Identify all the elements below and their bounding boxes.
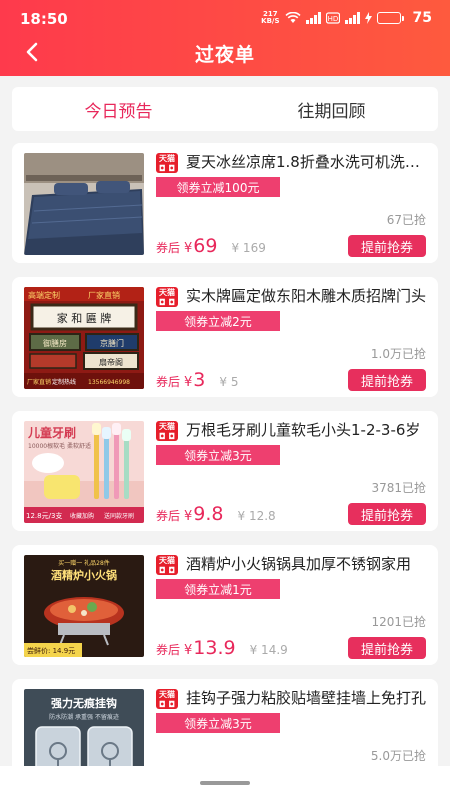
sold-count: 1.0万已抢 — [370, 347, 426, 361]
coupon-tag: 领券立减3元 — [156, 713, 280, 733]
svg-text:儿童牙刷: 儿童牙刷 — [27, 425, 76, 440]
grab-coupon-button[interactable]: 提前抢券 — [348, 637, 426, 659]
svg-text:京膳门: 京膳门 — [100, 338, 124, 348]
tab-bar: 今日预告 往期回顾 — [12, 87, 438, 131]
sold-count: 5.0万已抢 — [370, 749, 426, 763]
tab-past-review[interactable]: 往期回顾 — [225, 87, 438, 131]
product-image-toothbrush[interactable]: 儿童牙刷 10000根软毛 柔软舒适 12.8元/3支 收藏加购 送同款牙刷 — [24, 421, 144, 523]
currency-symbol: ¥ — [184, 509, 193, 524]
wifi-icon — [284, 12, 301, 23]
svg-text:高端定制: 高端定制 — [28, 290, 60, 300]
svg-text:防水防潮 承重强 不留痕迹: 防水防潮 承重强 不留痕迹 — [49, 713, 119, 721]
svg-text:定制热线: 定制热线 — [52, 378, 76, 386]
tmall-badge: 天猫 ◘ ◘ — [156, 287, 178, 307]
svg-text:12.8元/3支: 12.8元/3支 — [26, 511, 62, 520]
coupon-tag: 领券立减3元 — [156, 445, 280, 465]
svg-text:扇帝阁: 扇帝阁 — [99, 357, 123, 367]
coupon-price: 9.8 — [193, 503, 224, 525]
signal-icon — [305, 12, 321, 24]
product-title[interactable]: 酒精炉小火锅锅具加厚不锈钢家用 — [186, 553, 428, 574]
coupon-price: 3 — [193, 369, 206, 391]
product-image-plaque[interactable]: 高端定制 厂家直销 家 和 匾 牌 御膳房 京膳门 扇帝阁 厂家直销 定制热线 … — [24, 287, 144, 389]
currency-symbol: ¥ — [184, 241, 193, 256]
charging-icon — [364, 12, 372, 24]
tmall-badge: 天猫 ◘ ◘ — [156, 421, 178, 441]
svg-text:尝鲜价: 14.9元: 尝鲜价: 14.9元 — [27, 646, 75, 655]
home-indicator[interactable] — [200, 781, 250, 785]
currency-symbol: ¥ — [184, 375, 193, 390]
grab-coupon-button[interactable]: 提前抢券 — [348, 503, 426, 525]
page-title: 过夜单 — [194, 44, 255, 66]
status-bar: 18:50 217 KB/S HD 75 — [0, 0, 450, 36]
product-image-hotpot[interactable]: 买一赠一 礼品28件 酒精炉小火锅 尝鲜价: 14.9元 — [24, 555, 144, 657]
coupon-price: 13.9 — [193, 637, 236, 659]
original-price: ¥ 14.9 — [249, 643, 288, 657]
product-title[interactable]: 实木牌匾定做东阳木雕木质招牌门头 — [186, 285, 428, 306]
currency-symbol: ¥ — [184, 643, 193, 658]
coupon-tag: 领券立减1元 — [156, 579, 280, 599]
sold-count: 67已抢 — [386, 213, 426, 227]
product-card[interactable]: 天猫◘ ◘ 夏天冰丝凉席1.8折叠水洗可机洗空调软席 领券立减100元 67已抢… — [12, 143, 438, 263]
gesture-bar — [0, 766, 450, 800]
tmall-badge: 天猫 ◘ ◘ — [156, 689, 178, 709]
coupon-price: 69 — [193, 235, 218, 257]
original-price: ¥ 12.8 — [237, 509, 276, 523]
svg-text:HD: HD — [327, 15, 338, 23]
svg-text:酒精炉小火锅: 酒精炉小火锅 — [51, 568, 117, 582]
grab-coupon-button[interactable]: 提前抢券 — [348, 369, 426, 391]
system-icons: 217 KB/S HD 75 — [261, 10, 432, 26]
svg-text:厂家直销: 厂家直销 — [88, 290, 120, 300]
tab-today-preview[interactable]: 今日预告 — [12, 87, 225, 131]
grab-coupon-button[interactable]: 提前抢券 — [348, 235, 426, 257]
top-bar: 18:50 217 KB/S HD 75 过夜单 — [0, 0, 450, 76]
svg-text:买一赠一 礼品28件: 买一赠一 礼品28件 — [58, 559, 110, 567]
product-title[interactable]: 挂钩子强力粘胶贴墙壁挂墙上免打孔 — [186, 687, 428, 708]
coupon-tag: 领券立减2元 — [156, 311, 280, 331]
after-coupon-label: 券后 — [156, 643, 181, 657]
svg-text:家 和 匾 牌: 家 和 匾 牌 — [57, 311, 112, 325]
price-row: 券后 ¥ 69 ¥ 169 — [156, 235, 266, 257]
battery-icon — [376, 12, 404, 24]
signal-icon-2 — [344, 12, 360, 24]
svg-text:御膳房: 御膳房 — [43, 338, 67, 348]
svg-text:送同款牙刷: 送同款牙刷 — [104, 512, 134, 520]
svg-text:厂家直销: 厂家直销 — [27, 378, 51, 386]
after-coupon-label: 券后 — [156, 509, 181, 523]
hd-icon: HD — [325, 12, 340, 24]
svg-text:强力无痕挂钩: 强力无痕挂钩 — [51, 696, 117, 710]
svg-text:收藏加购: 收藏加购 — [70, 512, 94, 520]
price-row: 券后 ¥ 9.8 ¥ 12.8 — [156, 503, 276, 525]
coupon-tag: 领券立减100元 — [156, 177, 280, 197]
sold-count: 1201已抢 — [371, 615, 426, 629]
product-card[interactable]: 高端定制 厂家直销 家 和 匾 牌 御膳房 京膳门 扇帝阁 厂家直销 定制热线 … — [12, 277, 438, 397]
original-price: ¥ 169 — [231, 241, 266, 255]
tmall-badge: 天猫 ◘ ◘ — [156, 555, 178, 575]
after-coupon-label: 券后 — [156, 241, 181, 255]
svg-text:13566946998: 13566946998 — [88, 379, 130, 386]
status-time: 18:50 — [20, 10, 68, 28]
product-card[interactable]: 儿童牙刷 10000根软毛 柔软舒适 12.8元/3支 收藏加购 送同款牙刷 天… — [12, 411, 438, 531]
product-title[interactable]: 万根毛牙刷儿童软毛小头1-2-3-6岁 — [186, 419, 428, 440]
original-price: ¥ 5 — [219, 375, 239, 389]
product-image-bedmat[interactable] — [24, 153, 144, 255]
after-coupon-label: 券后 — [156, 375, 181, 389]
price-row: 券后 ¥ 3 ¥ 5 — [156, 369, 238, 391]
product-card[interactable]: 买一赠一 礼品28件 酒精炉小火锅 尝鲜价: 14.9元 天猫 ◘ ◘ 酒精炉小火… — [12, 545, 438, 665]
battery-level: 75 — [412, 10, 432, 26]
sold-count: 3781已抢 — [371, 481, 426, 495]
price-row: 券后 ¥ 13.9 ¥ 14.9 — [156, 637, 288, 659]
net-speed: 217 KB/S — [261, 10, 280, 25]
product-title[interactable]: 夏天冰丝凉席1.8折叠水洗可机洗空调软席 — [186, 151, 428, 172]
svg-text:10000根软毛 柔软舒适: 10000根软毛 柔软舒适 — [28, 442, 91, 450]
tmall-badge: 天猫 ◘ ◘ — [156, 153, 178, 173]
